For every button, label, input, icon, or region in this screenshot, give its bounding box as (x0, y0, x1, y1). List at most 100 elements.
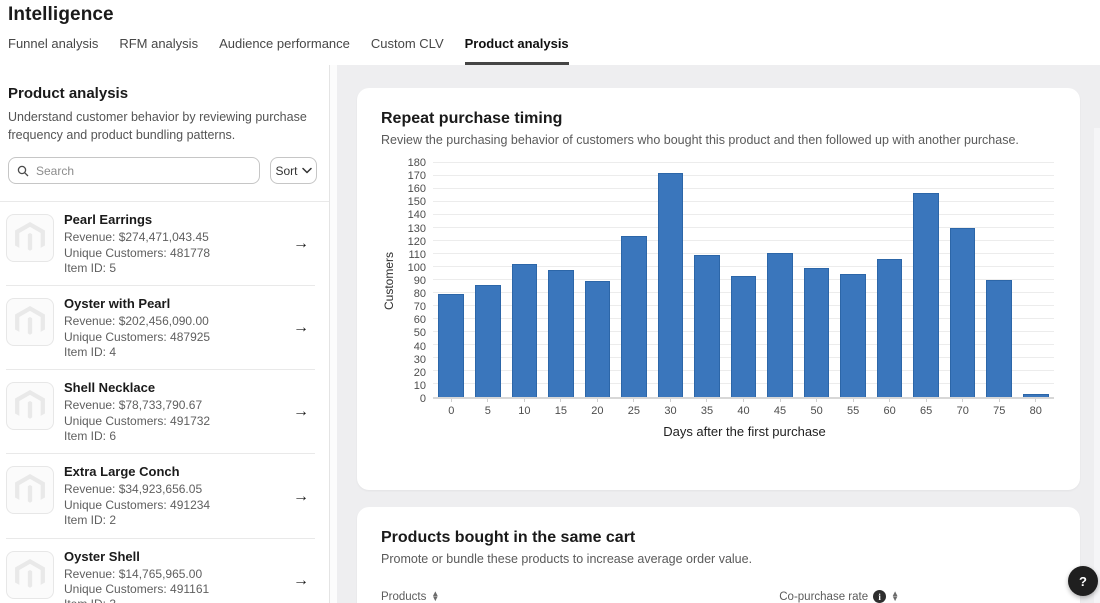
x-tick-label: 10 (518, 405, 530, 417)
x-tick-label: 50 (810, 405, 822, 417)
x-slot: 75 (981, 399, 1018, 419)
bar-day-65 (913, 193, 939, 397)
product-thumbnail-magento-icon (6, 382, 54, 430)
y-tick-label: 20 (414, 367, 426, 379)
list-item[interactable]: Extra Large ConchRevenue: $34,923,656.05… (6, 454, 315, 538)
info-icon[interactable]: i (873, 590, 886, 603)
main-scrollbar[interactable] (1094, 128, 1100, 603)
x-slot: 20 (579, 399, 616, 419)
y-tick-label: 50 (414, 327, 426, 339)
bar-slot (944, 163, 981, 397)
product-name: Pearl Earrings (64, 212, 289, 227)
sort-button-label: Sort (275, 164, 297, 178)
list-item[interactable]: Oyster with Pearl Revenue: $202,456,090.0… (6, 286, 315, 370)
list-item[interactable]: Shell NecklaceRevenue: $78,733,790.67Uni… (6, 370, 315, 454)
arrow-right-icon[interactable]: → (289, 572, 315, 590)
product-name: Oyster with Pearl (64, 296, 289, 311)
x-slot: 25 (616, 399, 653, 419)
bar-day-15 (548, 270, 574, 397)
bar-slot (871, 163, 908, 397)
y-tick-label: 30 (414, 354, 426, 366)
y-tick-label: 0 (420, 393, 426, 405)
arrow-right-icon[interactable]: → (289, 319, 315, 337)
tab-funnel-analysis[interactable]: Funnel analysis (8, 36, 98, 65)
y-axis-tick-labels: 0102030405060708090100110120130140150160… (397, 163, 433, 399)
product-detail-line: Unique Customers: 487925 (64, 330, 289, 345)
product-detail-line: Revenue: $274,471,043.45 (64, 230, 289, 245)
x-axis-title: Days after the first purchase (433, 419, 1056, 441)
product-detail-line: Item ID: 6 (64, 429, 289, 444)
sort-toggle-icon[interactable]: ▲▼ (891, 592, 899, 602)
x-tick-mark (853, 399, 854, 402)
product-thumbnail-magento-icon (6, 466, 54, 514)
y-tick-label: 120 (408, 236, 426, 248)
product-detail-line: Unique Customers: 481778 (64, 246, 289, 261)
bar-slot (981, 163, 1018, 397)
x-slot: 70 (944, 399, 981, 419)
y-tick-label: 40 (414, 341, 426, 353)
x-tick-mark (560, 399, 561, 402)
x-slot: 50 (798, 399, 835, 419)
bar-day-25 (621, 236, 647, 397)
tab-custom-clv[interactable]: Custom CLV (371, 36, 444, 65)
product-detail-line: Revenue: $34,923,656.05 (64, 482, 289, 497)
x-tick-mark (780, 399, 781, 402)
search-box[interactable] (8, 157, 260, 184)
search-input[interactable] (36, 164, 251, 178)
x-tick-mark (670, 399, 671, 402)
y-tick-label: 170 (408, 170, 426, 182)
bar-day-20 (585, 281, 611, 397)
product-info: Oyster with Pearl Revenue: $202,456,090.0… (64, 296, 289, 360)
y-tick-label: 130 (408, 223, 426, 235)
copurchase-table-header: Products ▲▼ Co-purchase rate i ▲▼ (381, 590, 1056, 603)
bar-day-10 (512, 264, 538, 397)
copurchase-card-description: Promote or bundle these products to incr… (381, 552, 1056, 566)
chart-bars (433, 163, 1054, 397)
help-button[interactable]: ? (1068, 566, 1098, 596)
page-title: Intelligence (8, 4, 1100, 26)
y-tick-label: 140 (408, 209, 426, 221)
arrow-right-icon[interactable]: → (289, 488, 315, 506)
bar-day-0 (438, 294, 464, 397)
product-thumbnail-magento-icon (6, 298, 54, 346)
tab-product-analysis[interactable]: Product analysis (465, 36, 569, 65)
sort-button[interactable]: Sort (270, 157, 317, 184)
product-detail-line: Revenue: $78,733,790.67 (64, 398, 289, 413)
product-detail-line: Revenue: $202,456,090.00 (64, 314, 289, 329)
product-list: Pearl EarringsRevenue: $274,471,043.45Un… (0, 201, 329, 603)
x-tick-label: 15 (555, 405, 567, 417)
product-detail-line: Item ID: 4 (64, 345, 289, 360)
tab-audience-performance[interactable]: Audience performance (219, 36, 350, 65)
search-icon (17, 165, 29, 177)
x-slot: 10 (506, 399, 543, 419)
product-thumbnail-magento-icon (6, 214, 54, 262)
bar-slot (835, 163, 872, 397)
product-info: Shell NecklaceRevenue: $78,733,790.67Uni… (64, 380, 289, 444)
x-tick-mark (633, 399, 634, 402)
sidebar-heading: Product analysis (8, 85, 317, 102)
x-tick-label: 55 (847, 405, 859, 417)
bar-slot (689, 163, 726, 397)
product-detail-line: Item ID: 5 (64, 261, 289, 276)
product-name: Oyster Shell (64, 549, 289, 564)
main-panel: Repeat purchase timing Review the purcha… (337, 65, 1100, 603)
copurchase-card-title: Products bought in the same cart (381, 529, 1056, 547)
x-tick-label: 35 (701, 405, 713, 417)
x-slot: 40 (725, 399, 762, 419)
y-axis-title: Customers (381, 163, 397, 399)
y-tick-label: 90 (414, 275, 426, 287)
product-detail-line: Item ID: 3 (64, 597, 289, 603)
x-slot: 60 (871, 399, 908, 419)
x-tick-label: 80 (1030, 405, 1042, 417)
x-tick-mark (926, 399, 927, 402)
sidebar-scrollbar[interactable] (330, 65, 337, 603)
column-header-products: Products ▲▼ (381, 591, 779, 603)
x-axis-tick-labels: 05101520253035404550556065707580 (433, 399, 1054, 419)
list-item[interactable]: Pearl Earrings Revenue: $274,471,043.45Un… (6, 202, 315, 286)
arrow-right-icon[interactable]: → (289, 235, 315, 253)
sort-toggle-icon[interactable]: ▲▼ (431, 592, 439, 602)
arrow-right-icon[interactable]: → (289, 403, 315, 421)
bar-slot (616, 163, 653, 397)
tab-rfm-analysis[interactable]: RFM analysis (119, 36, 198, 65)
list-item[interactable]: Oyster ShellRevenue: $14,765,965.00Uniqu… (6, 539, 315, 603)
